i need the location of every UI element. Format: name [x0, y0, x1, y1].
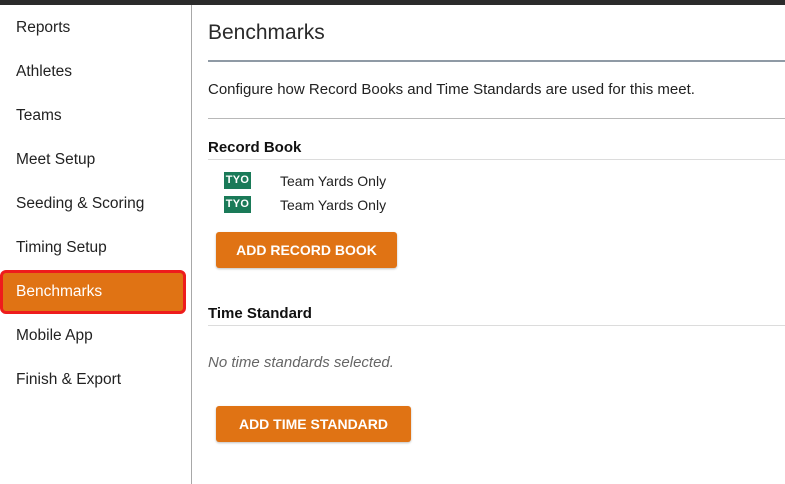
title-divider	[208, 60, 785, 62]
time-standard-empty-text: No time standards selected.	[208, 354, 394, 371]
description-divider	[208, 118, 785, 119]
record-book-item: TYO Team Yards Only	[224, 196, 386, 214]
page-description: Configure how Record Books and Time Stan…	[208, 81, 695, 98]
sidebar-item-benchmarks[interactable]: Benchmarks	[0, 270, 186, 314]
add-record-book-button[interactable]: ADD RECORD BOOK	[216, 232, 397, 268]
page-title: Benchmarks	[208, 21, 325, 44]
record-book-badge: TYO	[224, 172, 251, 190]
sidebar-item-teams[interactable]: Teams	[16, 106, 62, 126]
sidebar-item-reports[interactable]: Reports	[16, 18, 70, 38]
sidebar-item-finish-export[interactable]: Finish & Export	[16, 370, 121, 390]
sidebar-item-seeding-scoring[interactable]: Seeding & Scoring	[16, 194, 144, 214]
record-book-heading: Record Book	[208, 139, 302, 156]
sidebar-item-mobile-app[interactable]: Mobile App	[16, 326, 93, 346]
record-book-name: Team Yards Only	[280, 173, 387, 189]
main-panel: Benchmarks Configure how Record Books an…	[192, 5, 785, 484]
sidebar-item-athletes[interactable]: Athletes	[16, 62, 72, 82]
record-book-divider	[208, 159, 785, 160]
add-time-standard-button[interactable]: ADD TIME STANDARD	[216, 406, 411, 442]
sidebar-item-timing-setup[interactable]: Timing Setup	[16, 238, 107, 258]
time-standard-heading: Time Standard	[208, 305, 312, 322]
sidebar-item-meet-setup[interactable]: Meet Setup	[16, 150, 95, 170]
time-standard-divider	[208, 325, 785, 326]
record-book-badge: TYO	[224, 196, 251, 214]
record-book-name: Team Yards Only	[280, 197, 387, 213]
sidebar-nav: Reports Athletes Teams Meet Setup Seedin…	[0, 5, 192, 484]
record-book-item: TYO Team Yards Only	[224, 172, 386, 190]
